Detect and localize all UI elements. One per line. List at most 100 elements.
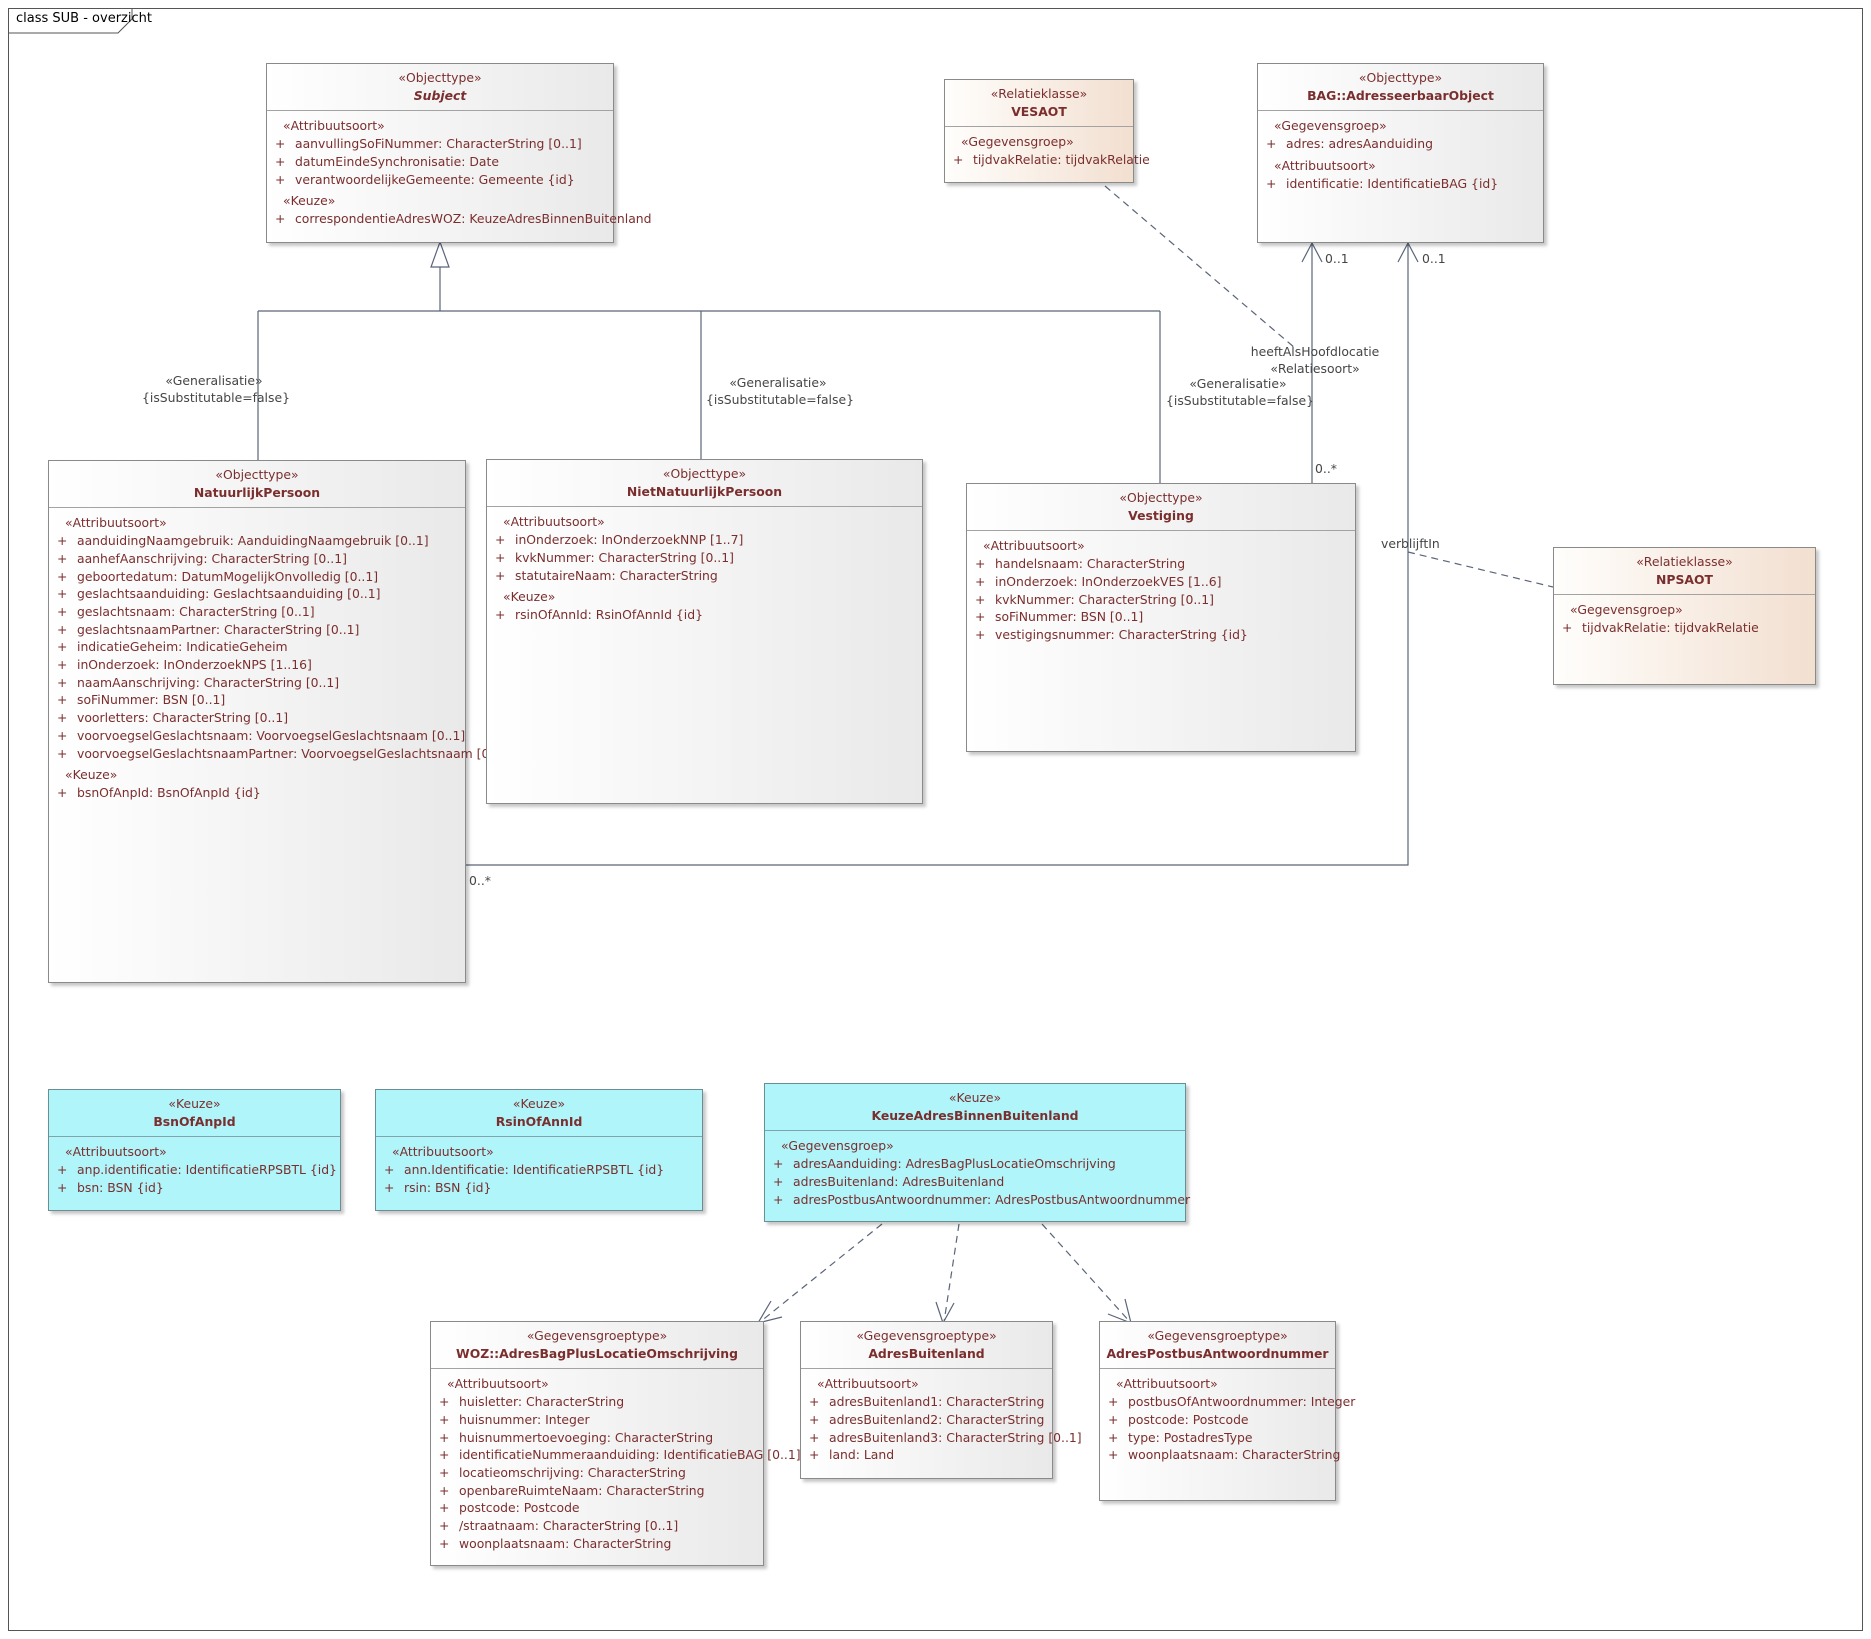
class-adres-buitenland[interactable]: «Gegevensgroeptype» AdresBuitenland «Att…: [800, 1321, 1082, 1479]
attribute-row[interactable]: + aanhefAanschrijving: CharacterString [0…: [55, 550, 459, 568]
class-rsin-of-ann-id[interactable]: «Keuze» RsinOfAnnId «Attribuutsoort» + ann…: [375, 1089, 703, 1211]
attribute-row[interactable]: + rsin: BSN {id}: [382, 1179, 696, 1197]
attribute-text: woonplaatsnaam: CharacterString: [1128, 1447, 1341, 1463]
attribute-row[interactable]: + identificatieNummeraanduiding: Identifi…: [437, 1446, 801, 1464]
attribute-row[interactable]: + geslachtsnaamPartner: CharacterString […: [55, 621, 459, 639]
attribute-row[interactable]: + kvkNummer: CharacterString [0..1]: [493, 549, 916, 567]
attribute-row[interactable]: + postcode: Postcode: [437, 1499, 757, 1517]
attribute-row[interactable]: + postcode: Postcode: [1106, 1411, 1329, 1429]
attribute-row[interactable]: + statutaireNaam: CharacterString: [493, 567, 916, 585]
attribute-row[interactable]: + datumEindeSynchronisatie: Date: [273, 153, 607, 171]
class-name: AdresPostbusAntwoordnummer: [1106, 1345, 1329, 1361]
attribute-row[interactable]: + handelsnaam: CharacterString: [973, 555, 1349, 573]
attribute-row[interactable]: + soFiNummer: BSN [0..1]: [55, 691, 459, 709]
attribute-visibility: +: [275, 136, 286, 152]
attribute-row[interactable]: + kvkNummer: CharacterString [0..1]: [973, 591, 1349, 609]
attribute-row[interactable]: + rsinOfAnnId: RsinOfAnnId {id}: [493, 606, 916, 624]
attribute-row[interactable]: + correspondentieAdresWOZ: KeuzeAdresBinn…: [273, 210, 652, 228]
attribute-text: /straatnaam: CharacterString [0..1]: [459, 1518, 679, 1534]
attribute-row[interactable]: + ann.Identificatie: IdentificatieRPSBTL …: [382, 1161, 696, 1179]
attribute-row[interactable]: + openbareRuimteNaam: CharacterString: [437, 1482, 757, 1500]
class-adres-bag-plus-locatie-omschrijving[interactable]: «Gegevensgroeptype» WOZ::AdresBagPlusLoc…: [430, 1321, 801, 1566]
generalisation-label-vestiging: «Generalisatie» {isSubstitutable=false}: [1166, 375, 1314, 409]
attribute-row[interactable]: + woonplaatsnaam: CharacterString: [1106, 1446, 1340, 1464]
class-body: «Gegevensgroep» + adres: adresAanduiding «A…: [1258, 111, 1543, 200]
attribute-row[interactable]: + verantwoordelijkeGemeente: Gemeente {id…: [273, 171, 607, 189]
attribute-row[interactable]: + adres: adresAanduiding: [1264, 135, 1537, 153]
attribute-row[interactable]: + adresBuitenland: AdresBuitenland: [771, 1173, 1179, 1191]
class-header: «Keuze» RsinOfAnnId: [376, 1090, 702, 1138]
class-adresseerbaar-object[interactable]: «Objecttype» BAG::AdresseerbaarObject «G…: [1257, 63, 1544, 243]
compartment-label: «Gegevensgroep»: [961, 134, 1074, 150]
compartment-label: «Attribuutsoort»: [1116, 1376, 1218, 1392]
compartment: «Gegevensgroep» + adres: adresAanduiding: [1264, 117, 1537, 152]
attribute-row[interactable]: + vestigingsnummer: CharacterString {id}: [973, 626, 1349, 644]
attribute-row[interactable]: + huisnummertoevoeging: CharacterString: [437, 1429, 757, 1447]
attribute-row[interactable]: + adresBuitenland2: CharacterString: [807, 1411, 1046, 1429]
attribute-visibility: +: [1562, 620, 1573, 636]
class-subject[interactable]: «Objecttype» Subject «Attribuutsoort» + aa…: [266, 63, 652, 243]
attribute-row[interactable]: + geslachtsaanduiding: Geslachtsaanduidin…: [55, 585, 459, 603]
attribute-text: adres: adresAanduiding: [1286, 136, 1433, 152]
attribute-visibility: +: [439, 1535, 450, 1551]
attribute-row[interactable]: + aanduidingNaamgebruik: AanduidingNaamge…: [55, 532, 459, 550]
attribute-row[interactable]: + tijdvakRelatie: tijdvakRelatie: [1560, 619, 1809, 637]
dependency-adresbag: [759, 1223, 883, 1323]
attribute-row[interactable]: + inOnderzoek: InOnderzoekNPS [1..16]: [55, 656, 459, 674]
class-vesaot[interactable]: «Relatieklasse» VESAOT «Gegevensgroep» + t…: [944, 79, 1150, 183]
compartment-label: «Attribuutsoort»: [283, 118, 385, 134]
class-header: «Keuze» BsnOfAnpId: [49, 1090, 340, 1138]
attribute-row[interactable]: + woonplaatsnaam: CharacterString: [437, 1535, 757, 1553]
attribute-row[interactable]: + postbusOfAntwoordnummer: Integer: [1106, 1393, 1355, 1411]
class-npsaot[interactable]: «Relatieklasse» NPSAOT «Gegevensgroep» + t…: [1553, 547, 1816, 685]
class-adres-postbus-antwoordnummer[interactable]: «Gegevensgroeptype» AdresPostbusAntwoord…: [1099, 1321, 1355, 1501]
attribute-row[interactable]: + anp.identificatie: IdentificatieRPSBTL …: [55, 1161, 337, 1179]
attribute-visibility: +: [439, 1518, 450, 1534]
class-niet-natuurlijk-persoon[interactable]: «Objecttype» NietNatuurlijkPersoon «Attr…: [486, 459, 923, 804]
class-header: «Relatieklasse» VESAOT: [945, 80, 1133, 128]
association-name: heeftAlsHoofdlocatie: [1250, 344, 1380, 359]
attribute-row[interactable]: + adresPostbusAntwoordnummer: AdresPostbu…: [771, 1191, 1190, 1209]
attribute-row[interactable]: + inOnderzoek: InOnderzoekNNP [1..7]: [493, 531, 916, 549]
class-keuze-adres-binnen-buitenland[interactable]: «Keuze» KeuzeAdresBinnenBuitenland «Gege…: [764, 1083, 1190, 1222]
class-name: BsnOfAnpId: [153, 1113, 236, 1129]
attribute-row[interactable]: + huisletter: CharacterString: [437, 1393, 757, 1411]
class-stereotype: «Gegevensgroeptype»: [526, 1328, 668, 1343]
attribute-row[interactable]: + soFiNummer: BSN [0..1]: [973, 608, 1349, 626]
compartment-label: «Attribuutsoort»: [65, 515, 167, 531]
attribute-row[interactable]: + voorvoegselGeslachtsnaam: VoorvoegselGe…: [55, 727, 465, 745]
class-vestiging[interactable]: «Objecttype» Vestiging «Attribuutsoort» +…: [966, 483, 1356, 752]
attribute-row[interactable]: + inOnderzoek: InOnderzoekVES [1..6]: [973, 573, 1349, 591]
attribute-row[interactable]: + geslachtsnaam: CharacterString [0..1]: [55, 603, 459, 621]
attribute-visibility: +: [439, 1411, 450, 1427]
attribute-text: adresAanduiding: AdresBagPlusLocatieOmsc…: [793, 1156, 1116, 1172]
attribute-visibility: +: [773, 1173, 784, 1189]
class-bsn-of-anp-id[interactable]: «Keuze» BsnOfAnpId «Attribuutsoort» + anp.…: [48, 1089, 341, 1211]
attribute-row[interactable]: + identificatie: IdentificatieBAG {id}: [1264, 175, 1537, 193]
attribute-row[interactable]: + adresBuitenland1: CharacterString: [807, 1393, 1046, 1411]
attribute-text: indicatieGeheim: IndicatieGeheim: [77, 639, 288, 655]
attribute-row[interactable]: + bsn: BSN {id}: [55, 1179, 334, 1197]
association-label-verblijftin: verblijftIn: [1381, 536, 1440, 551]
attribute-row[interactable]: + voorletters: CharacterString [0..1]: [55, 709, 459, 727]
compartment: «Attribuutsoort» + adresBuitenland1: Chara…: [807, 1375, 1082, 1464]
attribute-row[interactable]: + locatieomschrijving: CharacterString: [437, 1464, 757, 1482]
attribute-visibility: +: [953, 152, 964, 168]
attribute-row[interactable]: + huisnummer: Integer: [437, 1411, 757, 1429]
attribute-row[interactable]: + indicatieGeheim: IndicatieGeheim: [55, 638, 459, 656]
attribute-row[interactable]: + adresAanduiding: AdresBagPlusLocatieOms…: [771, 1155, 1179, 1173]
attribute-row[interactable]: + /straatnaam: CharacterString [0..1]: [437, 1517, 757, 1535]
attribute-row[interactable]: + voorvoegselGeslachtsnaamPartner: Voorvo…: [55, 745, 510, 763]
attribute-row[interactable]: + naamAanschrijving: CharacterString [0..…: [55, 674, 459, 692]
attribute-row[interactable]: + land: Land: [807, 1446, 1046, 1464]
class-natuurlijk-persoon[interactable]: «Objecttype» NatuurlijkPersoon «Attribuu…: [48, 460, 510, 983]
attribute-row[interactable]: + tijdvakRelatie: tijdvakRelatie: [951, 151, 1150, 169]
class-name: NPSAOT: [1656, 571, 1713, 587]
attribute-visibility: +: [1108, 1447, 1119, 1463]
attribute-row[interactable]: + type: PostadresType: [1106, 1429, 1329, 1447]
attribute-row[interactable]: + aanvullingSoFiNummer: CharacterString […: [273, 135, 607, 153]
attribute-row[interactable]: + adresBuitenland3: CharacterString [0..1…: [807, 1429, 1082, 1447]
attribute-row[interactable]: + bsnOfAnpId: BsnOfAnpId {id}: [55, 784, 459, 802]
attribute-row[interactable]: + geboortedatum: DatumMogelijkOnvolledig …: [55, 568, 459, 586]
attribute-text: postcode: Postcode: [459, 1500, 580, 1516]
